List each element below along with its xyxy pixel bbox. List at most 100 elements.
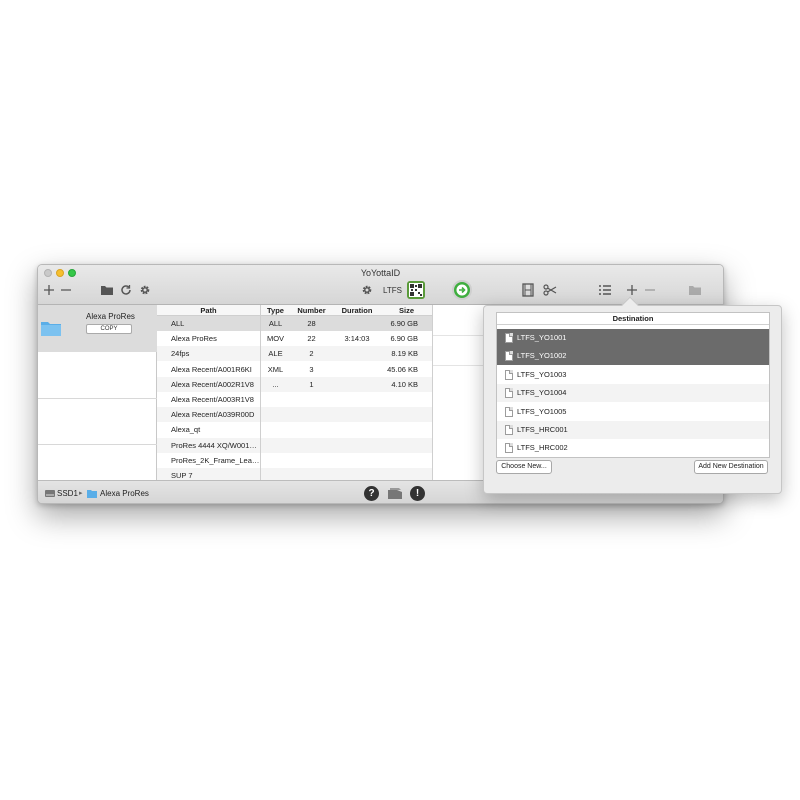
help-button[interactable]: ? <box>364 486 379 501</box>
qr-code-button[interactable] <box>407 281 425 299</box>
destination-item[interactable]: LTFS_HRC002 <box>497 439 769 457</box>
path-cell: ProRes_2K_Frame_Lea… <box>171 455 260 465</box>
table-row[interactable]: Alexa Recent/A003R1V8 <box>157 392 260 407</box>
breadcrumb-item[interactable]: Alexa ProRes <box>100 489 149 498</box>
table-row[interactable]: Alexa Recent/A001R6KI <box>157 362 260 377</box>
folder-icon <box>689 286 701 295</box>
go-arrow-icon <box>456 284 468 296</box>
titlebar: YoYottaID LTFS <box>38 265 723 305</box>
film-icon <box>522 283 534 297</box>
path-cell: 24fps <box>171 349 190 359</box>
table-row[interactable]: ProRes 4444 XQ/W001… <box>157 437 260 453</box>
start-transfer-button[interactable] <box>452 280 472 300</box>
alert-button[interactable]: ! <box>410 486 425 501</box>
table-row[interactable] <box>261 392 432 407</box>
path-table: Path ALL Alexa ProRes 24fps Alexa Recent/A0… <box>157 305 260 483</box>
remove-source-button[interactable] <box>60 284 72 296</box>
source-name: Alexa ProRes <box>86 312 135 321</box>
duration-column-header[interactable]: Duration <box>333 305 381 316</box>
number-cell: 3 <box>309 364 314 374</box>
add-destination-button[interactable] <box>626 284 638 296</box>
destination-label: LTFS_HRC001 <box>517 425 568 434</box>
remove-destination-button[interactable] <box>644 284 656 296</box>
table-row[interactable]: ALL <box>157 316 260 331</box>
path-column-header[interactable]: Path <box>157 305 260 316</box>
path-cell: Alexa_qt <box>171 425 201 435</box>
path-cell: Alexa Recent/A039R00D <box>171 410 255 420</box>
size-cell: 8.19 KB <box>391 349 418 359</box>
document-icon <box>505 443 513 454</box>
destination-popover: Destination LTFS_YO1001 LTFS_YO1002 LTFS_Y… <box>483 296 782 494</box>
list-icon <box>599 285 611 295</box>
table-row[interactable]: ProRes_2K_Frame_Lea… <box>157 453 260 468</box>
table-row[interactable] <box>261 437 432 453</box>
plus-icon <box>627 285 637 295</box>
table-row[interactable]: Alexa Recent/A002R1V8 <box>157 376 260 392</box>
size-column-header[interactable]: Size <box>381 305 432 316</box>
number-cell: 1 <box>309 379 314 389</box>
destination-folder-button[interactable] <box>688 284 702 296</box>
destination-item[interactable]: LTFS_YO1004 <box>497 384 769 403</box>
settings-button[interactable] <box>139 284 151 296</box>
table-row[interactable]: ALE 2 8.19 KB <box>261 346 432 362</box>
table-row[interactable]: ... 1 4.10 KB <box>261 376 432 392</box>
number-cell: 28 <box>307 319 316 328</box>
breadcrumb-item[interactable]: SSD1 <box>57 489 78 498</box>
table-row[interactable]: XML 3 45.06 KB <box>261 362 432 377</box>
table-row[interactable] <box>261 453 432 468</box>
document-icon <box>505 369 513 380</box>
destination-label: LTFS_YO1002 <box>517 351 567 361</box>
summary-table: Type Number Duration Size ALL 28 6.90 GB MO… <box>261 305 432 483</box>
divider <box>38 444 157 445</box>
type-column-header[interactable]: Type <box>261 305 290 316</box>
open-folder-button[interactable] <box>100 284 114 296</box>
scissors-icon <box>543 284 557 296</box>
refresh-button[interactable] <box>120 284 132 296</box>
choose-new-button[interactable]: Choose New... <box>496 460 552 474</box>
table-row[interactable]: Alexa ProRes <box>157 331 260 346</box>
number-cell: 2 <box>309 349 314 359</box>
ltfs-settings-button[interactable] <box>361 284 373 296</box>
destination-item[interactable]: LTFS_YO1005 <box>497 403 769 421</box>
breadcrumb-separator: ▸ <box>79 490 83 497</box>
gear-icon <box>362 285 372 295</box>
path-cell: Alexa Recent/A001R6KI <box>171 364 252 374</box>
table-row[interactable] <box>261 422 432 437</box>
table-row[interactable]: Alexa_qt <box>157 422 260 437</box>
path-cell: ProRes 4444 XQ/W001… <box>171 440 257 450</box>
window-title: YoYottaID <box>360 268 401 278</box>
table-row[interactable]: 24fps <box>157 346 260 362</box>
list-view-button[interactable] <box>598 284 612 296</box>
destination-item[interactable]: LTFS_YO1002 <box>497 347 769 366</box>
destination-item[interactable]: LTFS_HRC001 <box>497 421 769 439</box>
film-button[interactable] <box>521 283 535 297</box>
source-item[interactable]: Alexa ProRes COPY <box>38 305 157 352</box>
destination-item[interactable]: LTFS_YO1001 <box>497 329 769 347</box>
type-cell: ALE <box>268 349 283 359</box>
document-icon <box>505 406 513 417</box>
trim-button[interactable] <box>543 283 557 297</box>
add-new-destination-button[interactable]: Add New Destination <box>694 460 768 474</box>
copy-button[interactable]: COPY <box>86 324 132 334</box>
folder-icon <box>101 286 113 295</box>
type-cell: ... <box>272 379 279 389</box>
minus-icon <box>61 289 71 291</box>
table-row[interactable]: Alexa Recent/A039R00D <box>157 407 260 423</box>
drive-button[interactable] <box>387 487 403 500</box>
destination-item[interactable]: LTFS_YO1003 <box>497 366 769 384</box>
table-row[interactable]: MOV 22 3:14:03 6.90 GB <box>261 331 432 346</box>
destination-label: LTFS_YO1005 <box>517 406 567 416</box>
folder-icon <box>87 490 97 498</box>
plus-icon <box>44 285 54 295</box>
table-row[interactable]: ALL 28 6.90 GB <box>261 316 432 331</box>
add-source-button[interactable] <box>43 284 55 296</box>
table-row[interactable] <box>261 407 432 423</box>
destination-header: Destination <box>497 313 769 325</box>
qr-code-icon <box>409 283 423 297</box>
alert-icon: ! <box>415 488 420 499</box>
destination-list: Destination LTFS_YO1001 LTFS_YO1002 LTFS_Y… <box>496 312 770 458</box>
document-icon <box>505 425 513 435</box>
size-cell: 6.90 GB <box>390 334 418 344</box>
document-icon <box>505 333 513 343</box>
number-column-header[interactable]: Number <box>290 305 333 316</box>
